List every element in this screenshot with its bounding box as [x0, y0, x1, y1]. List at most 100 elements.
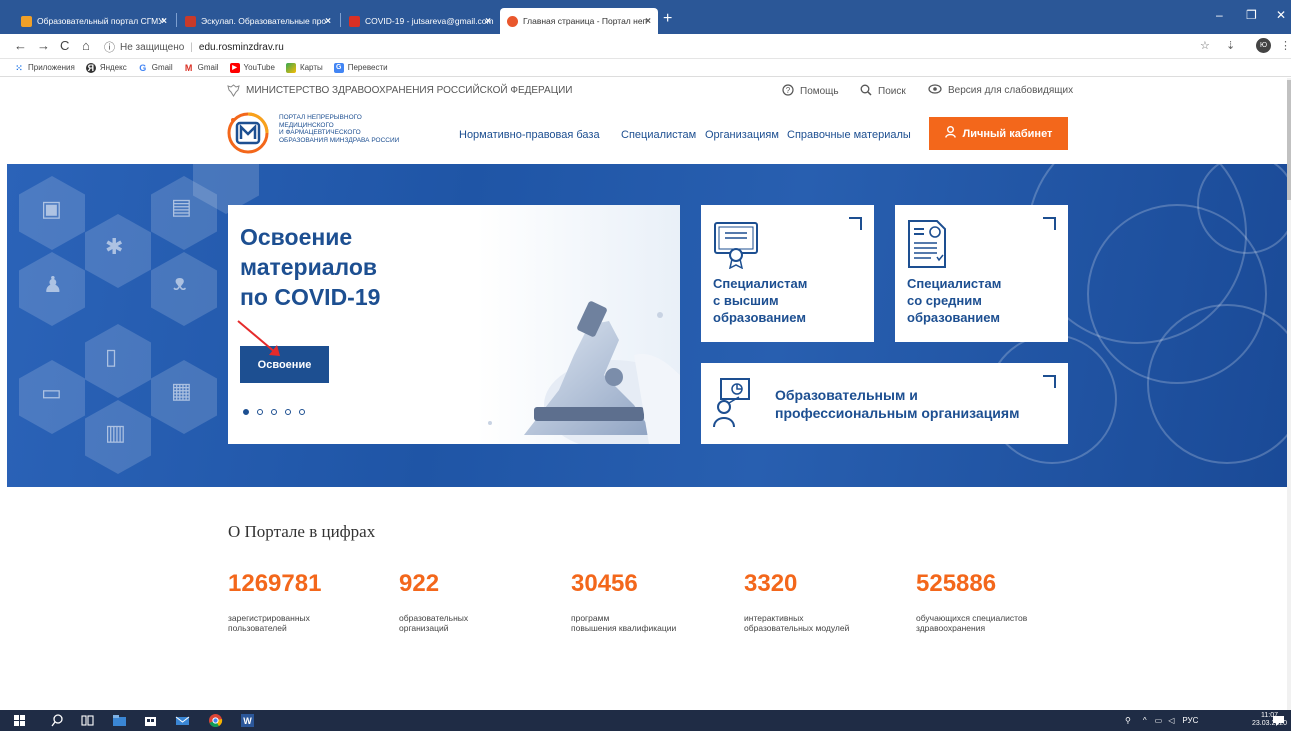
- covid-slide[interactable]: Освоение материалов по COVID-19 Освоение: [228, 205, 680, 444]
- nav-specialists[interactable]: Специалистам: [621, 129, 696, 141]
- security-label: Не защищено: [120, 41, 185, 53]
- bookmark-gmail[interactable]: M Gmail: [184, 63, 219, 73]
- browser-tab[interactable]: Образовательный портал СГМУ ×: [14, 8, 174, 34]
- stat-label-line: образовательных: [399, 613, 469, 623]
- pill-bottle-icon: ▤: [171, 194, 192, 219]
- stat-label-line: обучающихся специалистов: [916, 613, 1028, 623]
- close-tab-icon[interactable]: ×: [325, 16, 331, 27]
- stat-label-line: здравоохранения: [916, 623, 986, 633]
- forward-icon[interactable]: →: [37, 38, 50, 53]
- bookmark-translate[interactable]: G Перевести: [333, 62, 388, 73]
- close-tab-icon[interactable]: ×: [161, 16, 167, 27]
- store-icon[interactable]: [143, 713, 158, 728]
- mail-icon[interactable]: [175, 713, 190, 728]
- chrome-icon[interactable]: [208, 713, 223, 728]
- svg-text:?: ?: [786, 86, 791, 95]
- volume-icon[interactable]: ◁: [1168, 716, 1174, 725]
- stat-label-line: интерактивных: [744, 613, 804, 623]
- windows-start-icon[interactable]: [12, 713, 27, 728]
- slide-dot[interactable]: [271, 409, 277, 415]
- bookmark-yandex[interactable]: Я Яндекс: [85, 62, 127, 73]
- favicon-icon: [507, 15, 518, 27]
- slide-dot[interactable]: [257, 409, 263, 415]
- tab-title: COVID-19 - jutsareva@gmail.com: [365, 16, 494, 26]
- windows-taskbar: W ⚲ ^ ▭ ◁ РУС 11:07 23.03.2020: [0, 710, 1291, 731]
- bookmark-maps[interactable]: Карты: [285, 62, 323, 73]
- task-view-icon[interactable]: [80, 713, 95, 728]
- slide-dot[interactable]: [299, 409, 305, 415]
- stat-label: зарегистрированных пользователей: [228, 613, 398, 633]
- card-title-line: Специалистам: [907, 276, 1002, 291]
- search-link[interactable]: Поиск: [860, 84, 906, 99]
- bookmark-label: YouTube: [243, 63, 275, 72]
- logo-text-line: ОБРАЗОВАНИЯ МИНЗДРАВА РОССИИ: [279, 136, 400, 144]
- slide-title-line: по COVID-19: [240, 284, 381, 310]
- new-tab-icon[interactable]: +: [663, 10, 672, 28]
- address-bar[interactable]: ⓘ Не защищено | edu.rosminzdrav.ru: [104, 39, 284, 55]
- slide-dot-active[interactable]: [243, 409, 249, 415]
- ribbon-icon: ᴥ: [173, 270, 187, 295]
- bookmark-apps[interactable]: ⁙ Приложения: [14, 63, 75, 73]
- close-tab-icon[interactable]: ×: [485, 16, 491, 27]
- back-icon[interactable]: ←: [14, 38, 27, 53]
- extension-icon[interactable]: ⇣: [1226, 39, 1235, 52]
- portal-logo[interactable]: [226, 111, 270, 155]
- chevron-up-icon[interactable]: ^: [1143, 716, 1147, 725]
- person-icon: [944, 126, 956, 141]
- browser-tab[interactable]: COVID-19 - jutsareva@gmail.com ×: [342, 8, 498, 34]
- slide-title: Освоение материалов по COVID-19: [240, 222, 460, 312]
- personal-cabinet-button[interactable]: Личный кабинет: [929, 117, 1068, 150]
- profile-avatar[interactable]: Ю: [1256, 38, 1271, 53]
- file-explorer-icon[interactable]: [112, 713, 127, 728]
- maps-icon: [285, 62, 296, 73]
- nav-reference-materials[interactable]: Справочные материалы: [787, 129, 911, 141]
- favicon-icon: [21, 15, 32, 27]
- network-icon[interactable]: ▭: [1155, 716, 1163, 725]
- hospital-icon: ▥: [105, 420, 126, 445]
- coat-of-arms-icon: [227, 84, 240, 97]
- ministry-title: МИНИСТЕРСТВО ЗДРАВООХРАНЕНИЯ РОССИЙСКОЙ …: [246, 85, 573, 96]
- logo-text-line: И ФАРМАЦЕВТИЧЕСКОГО: [279, 129, 361, 137]
- stat-label: программ повышения квалификации: [571, 613, 741, 633]
- yandex-icon: Я: [85, 62, 96, 73]
- menu-icon[interactable]: ⋮: [1280, 39, 1291, 52]
- url-text: edu.rosminzdrav.ru: [198, 41, 284, 53]
- card-secondary-education[interactable]: Специалистам со средним образованием: [895, 205, 1068, 342]
- reload-icon[interactable]: C: [60, 38, 69, 53]
- language-indicator[interactable]: РУС: [1182, 716, 1198, 725]
- card-higher-education[interactable]: Специалистам с высшим образованием: [701, 205, 874, 342]
- browser-tab[interactable]: Эскулап. Образовательные про ×: [178, 8, 338, 34]
- notifications-icon[interactable]: [1271, 713, 1286, 728]
- stats-heading: О Портале в цифрах: [228, 522, 376, 541]
- bookmark-gmail-google[interactable]: G Gmail: [138, 63, 172, 73]
- search-link-label: Поиск: [878, 86, 906, 97]
- card-organizations[interactable]: Образовательным и профессиональным орган…: [701, 363, 1068, 444]
- maximize-icon[interactable]: ❐: [1246, 8, 1257, 22]
- minimize-icon[interactable]: –: [1216, 8, 1223, 22]
- portal-logo-text[interactable]: ПОРТАЛ НЕПРЕРЫВНОГО МЕДИЦИНСКОГО И ФАРМА…: [279, 114, 399, 144]
- help-link-label: Помощь: [800, 86, 839, 97]
- close-window-icon[interactable]: ✕: [1276, 8, 1286, 22]
- close-tab-icon[interactable]: ×: [645, 16, 651, 27]
- help-link[interactable]: ? Помощь: [782, 84, 839, 99]
- home-icon[interactable]: ⌂: [82, 38, 90, 53]
- nav-organizations[interactable]: Организациям: [705, 129, 779, 141]
- browser-tab-active[interactable]: Главная страница - Портал неп ×: [500, 8, 658, 34]
- slide-dot[interactable]: [285, 409, 291, 415]
- hex-tile: [85, 324, 151, 398]
- medicine-icon: ▣: [41, 196, 62, 221]
- gmail-icon: M: [184, 62, 193, 73]
- stat-label-line: организаций: [399, 623, 449, 633]
- info-icon[interactable]: ⓘ: [104, 39, 115, 55]
- people-icon[interactable]: ⚲: [1125, 716, 1131, 725]
- scrollbar-thumb[interactable]: [1287, 80, 1291, 200]
- nav-legal-base[interactable]: Нормативно-правовая база: [459, 129, 600, 141]
- bookmark-star-icon[interactable]: ☆: [1200, 39, 1210, 52]
- word-icon[interactable]: W: [240, 713, 255, 728]
- bookmark-youtube[interactable]: ▶ YouTube: [229, 62, 275, 73]
- accessibility-link[interactable]: Версия для слабовидящих: [928, 84, 1073, 97]
- search-icon[interactable]: [50, 713, 65, 728]
- ministry-header[interactable]: МИНИСТЕРСТВО ЗДРАВООХРАНЕНИЯ РОССИЙСКОЙ …: [227, 84, 573, 97]
- card-title-line: образованием: [713, 310, 806, 325]
- corner-arrow-icon: [1043, 375, 1056, 388]
